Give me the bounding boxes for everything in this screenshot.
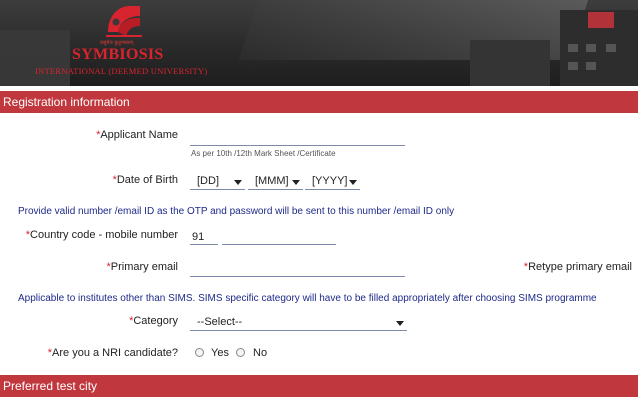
primary-email-input[interactable]: [190, 261, 405, 277]
category-select[interactable]: --Select--: [190, 315, 407, 331]
nri-no-label: No: [253, 347, 268, 359]
symbiosis-logo-icon: [106, 6, 142, 37]
applicant-name-label: *Applicant Name: [96, 129, 178, 141]
nri-no-radio[interactable]: [236, 348, 245, 357]
mobile-number-input[interactable]: [222, 229, 336, 245]
chevron-down-icon: [396, 321, 404, 326]
primary-email-label: *Primary email: [106, 261, 178, 273]
otp-note: Provide valid number /email ID as the OT…: [18, 206, 455, 217]
nri-yes-radio[interactable]: [195, 348, 204, 357]
category-label: *Category: [129, 315, 178, 327]
preferred-city-section-header: Preferred test city: [0, 375, 638, 397]
category-note: Applicable to institutes other than SIMS…: [18, 293, 597, 304]
chevron-down-icon: [234, 180, 242, 185]
country-code-input[interactable]: [190, 229, 218, 245]
retype-email-label: *Retype primary email: [523, 261, 632, 273]
dob-day-select[interactable]: [DD]: [190, 174, 245, 190]
chevron-down-icon: [349, 180, 357, 185]
chevron-down-icon: [292, 180, 300, 185]
header-banner: वसुधैव कुटुम्बकम् SYMBIOSIS INTERNATIONA…: [0, 0, 638, 86]
registration-section-header: Registration information: [0, 91, 638, 113]
dob-month-select[interactable]: [MMM]: [248, 174, 303, 190]
logo-name: SYMBIOSIS: [72, 46, 164, 63]
background-sign: [588, 12, 614, 28]
background-building: [470, 40, 550, 86]
mobile-label: *Country code - mobile number: [25, 229, 178, 241]
nri-label: *Are you a NRI candidate?: [47, 347, 178, 359]
applicant-name-hint: As per 10th /12th Mark Sheet /Certificat…: [191, 149, 336, 158]
nri-yes-label: Yes: [211, 347, 229, 359]
logo-subtitle: INTERNATIONAL (DEEMED UNIVERSITY): [35, 66, 208, 76]
dob-year-select[interactable]: [YYYY]: [305, 174, 360, 190]
dob-label: *Date of Birth: [112, 174, 178, 186]
applicant-name-input[interactable]: [190, 130, 405, 146]
background-building: [0, 30, 70, 86]
